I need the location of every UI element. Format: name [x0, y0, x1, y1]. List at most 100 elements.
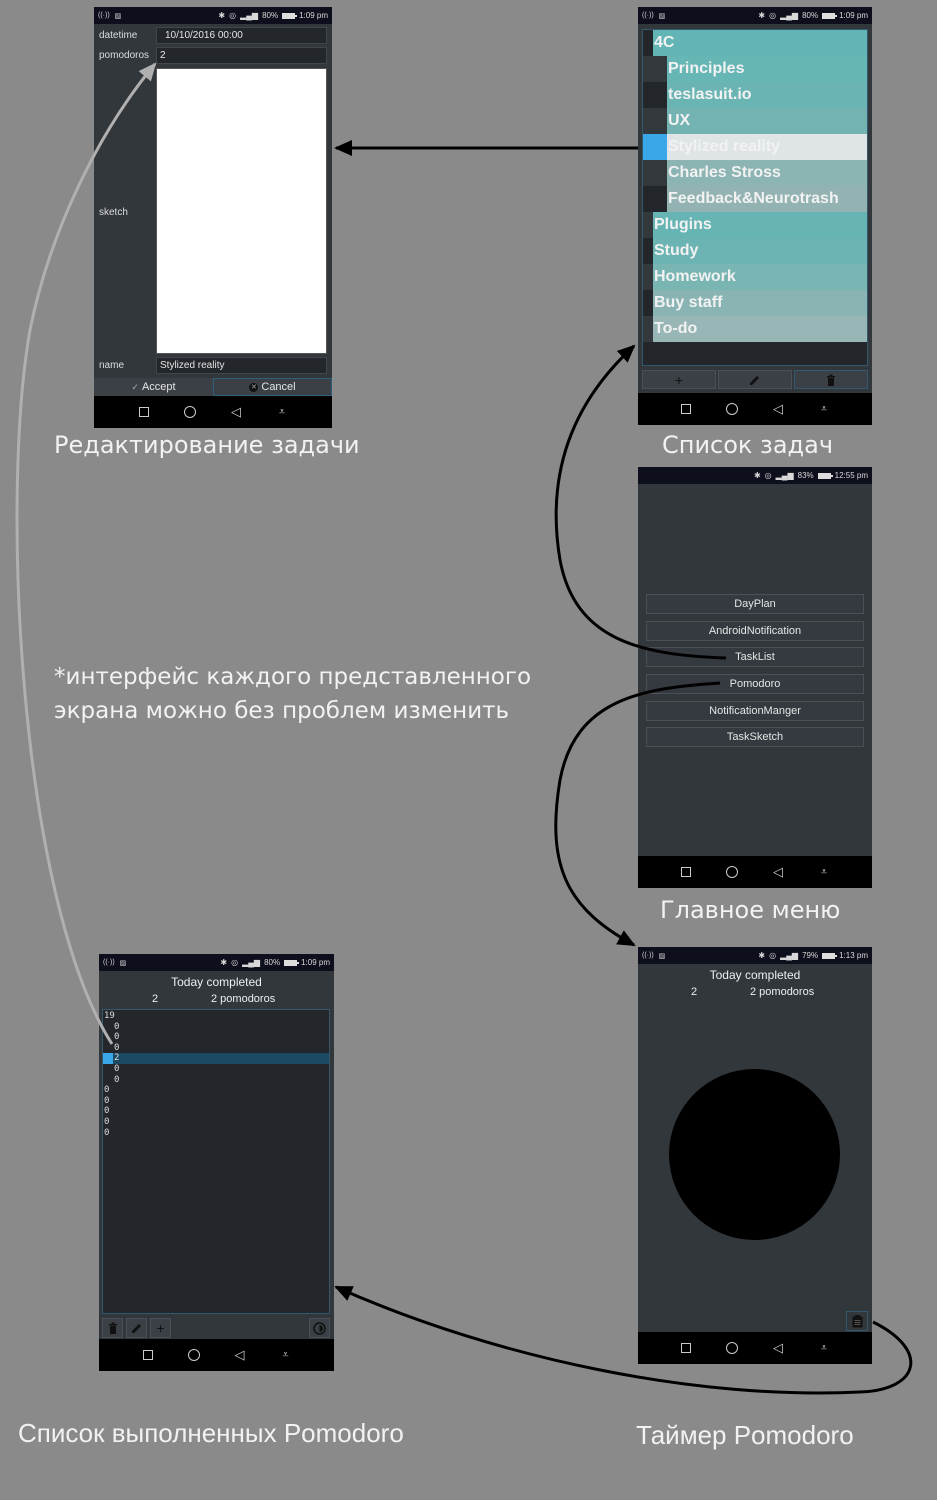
signal-icon: ((·)) — [98, 11, 110, 19]
name-field[interactable]: Stylized reality — [156, 357, 327, 374]
task-item[interactable]: Charles Stross — [667, 160, 867, 186]
task-indent-indicator — [643, 316, 653, 342]
menu-button-android-notification[interactable]: AndroidNotification — [646, 621, 864, 641]
completed-item-value: 0 — [114, 1074, 120, 1085]
alarm-icon: ◎ — [769, 11, 777, 20]
recents-button[interactable] — [678, 401, 694, 417]
task-item[interactable]: Homework — [653, 264, 867, 290]
menu-button-dayplan[interactable]: DayPlan — [646, 594, 864, 614]
clock: 1:09 pm — [299, 11, 328, 20]
caption-task-list: Список задач — [662, 431, 833, 459]
notifications-button[interactable]: ⩡ — [274, 404, 290, 420]
trash-icon — [827, 374, 835, 386]
delete-button[interactable] — [102, 1318, 123, 1338]
completed-item-value: 0 — [104, 1117, 110, 1127]
nav-bar: ◁ ⩡ — [638, 393, 872, 425]
timer-dial[interactable] — [669, 1069, 840, 1240]
back-button[interactable]: ◁ — [770, 401, 786, 417]
recents-button[interactable] — [678, 1340, 694, 1356]
home-button[interactable] — [182, 404, 198, 420]
completed-item[interactable]: 0 — [103, 1064, 329, 1075]
task-item[interactable]: Plugins — [653, 212, 867, 238]
task-indent-indicator — [643, 186, 667, 212]
task-item[interactable]: Principles — [667, 56, 867, 82]
name-label: name — [99, 360, 125, 371]
plus-icon: + — [674, 371, 684, 388]
back-button[interactable]: ◁ — [228, 404, 244, 420]
cancel-button[interactable]: ✕ Cancel — [213, 378, 332, 396]
completed-item[interactable]: 0 — [103, 1106, 329, 1117]
timer-button[interactable] — [309, 1318, 330, 1338]
accept-button[interactable]: ✓ Accept — [94, 378, 213, 396]
task-item[interactable]: To-do — [653, 316, 867, 342]
caption-edit-task: Редактирование задачи — [54, 431, 360, 459]
completed-item[interactable]: 0 — [103, 1032, 329, 1043]
pull-down-icon: ⩡ — [282, 1348, 289, 1361]
notifications-button[interactable]: ⩡ — [278, 1347, 294, 1363]
menu-button-notification-manager[interactable]: NotificationManger — [646, 701, 864, 721]
alarm-icon: ◎ — [231, 958, 239, 967]
add-button[interactable]: + — [150, 1318, 171, 1338]
completed-item[interactable]: 0 — [103, 1117, 329, 1128]
square-icon — [681, 867, 691, 877]
completed-item[interactable]: 0 — [103, 1128, 329, 1139]
pomodoros-field[interactable]: 2 — [156, 47, 327, 64]
delete-task-button[interactable] — [794, 370, 868, 389]
back-button[interactable]: ◁ — [770, 864, 786, 880]
task-indent-indicator — [643, 264, 653, 290]
home-button[interactable] — [186, 1347, 202, 1363]
home-button[interactable] — [724, 864, 740, 880]
task-item[interactable]: 4C — [653, 30, 867, 56]
task-item[interactable]: Feedback&Neurotrash — [667, 186, 867, 212]
completed-item[interactable]: 0 — [103, 1085, 329, 1096]
home-button[interactable] — [724, 1340, 740, 1356]
home-button[interactable] — [724, 401, 740, 417]
sketch-canvas[interactable] — [156, 68, 327, 354]
note-text: *интерфейс каждого представленного экран… — [54, 660, 531, 728]
menu-button-tasklist[interactable]: TaskList — [646, 647, 864, 667]
circle-icon — [726, 1342, 738, 1354]
task-item[interactable]: Buy staff — [653, 290, 867, 316]
menu-button-tasksketch[interactable]: TaskSketch — [646, 727, 864, 747]
task-item[interactable]: Study — [653, 238, 867, 264]
completed-item-value: 0 — [104, 1127, 110, 1138]
notifications-button[interactable]: ⩡ — [816, 401, 832, 417]
recents-button[interactable] — [136, 404, 152, 420]
back-button[interactable]: ◁ — [770, 1340, 786, 1356]
datetime-label: datetime — [99, 30, 138, 41]
datetime-field[interactable]: 10/10/2016 00:00 — [156, 27, 327, 44]
completed-list-button[interactable] — [846, 1311, 868, 1331]
signal-icon: ((·)) — [103, 958, 115, 966]
completed-item[interactable]: 0 — [103, 1022, 329, 1033]
notifications-button[interactable]: ⩡ — [816, 864, 832, 880]
menu-button-pomodoro[interactable]: Pomodoro — [646, 674, 864, 694]
cell-signal-icon: ▂▄▆ — [775, 471, 794, 480]
back-button[interactable]: ◁ — [232, 1347, 248, 1363]
notifications-button[interactable]: ⩡ — [816, 1340, 832, 1356]
task-item[interactable]: teslasuit.io — [667, 82, 867, 108]
completed-item[interactable]: 2 — [103, 1053, 329, 1064]
completed-list: 19 0 0 0 2 0 0 0 0 0 0 0 — [102, 1009, 330, 1314]
task-list-toolbar: + — [642, 370, 868, 389]
completed-item[interactable]: 0 — [103, 1096, 329, 1107]
completed-item[interactable]: 0 — [103, 1043, 329, 1054]
edit-button[interactable] — [126, 1318, 147, 1338]
task-item[interactable]: UX — [667, 108, 867, 134]
trash-icon — [108, 1322, 117, 1334]
triangle-back-icon: ◁ — [773, 864, 783, 879]
task-item-label: Buy staff — [654, 294, 723, 311]
task-indent-indicator — [643, 160, 667, 186]
add-task-button[interactable]: + — [642, 370, 716, 389]
completed-item[interactable]: 19 — [103, 1011, 329, 1022]
pomodoros-row: pomodoros 2 — [94, 47, 332, 64]
recents-button[interactable] — [140, 1347, 156, 1363]
task-item-label: 4C — [654, 34, 675, 51]
completed-item[interactable]: 0 — [103, 1075, 329, 1086]
name-row: name Stylized reality — [94, 357, 332, 374]
pencil-icon — [750, 375, 759, 385]
task-item[interactable]: Stylized reality — [667, 134, 867, 160]
recents-button[interactable] — [678, 864, 694, 880]
edit-task-button[interactable] — [718, 370, 792, 389]
status-bar: ((·)) ▨ ✱ ◎ ▂▄▆ 80% 1:09 pm — [638, 7, 872, 24]
nav-bar: ◁ ⩡ — [94, 396, 332, 428]
